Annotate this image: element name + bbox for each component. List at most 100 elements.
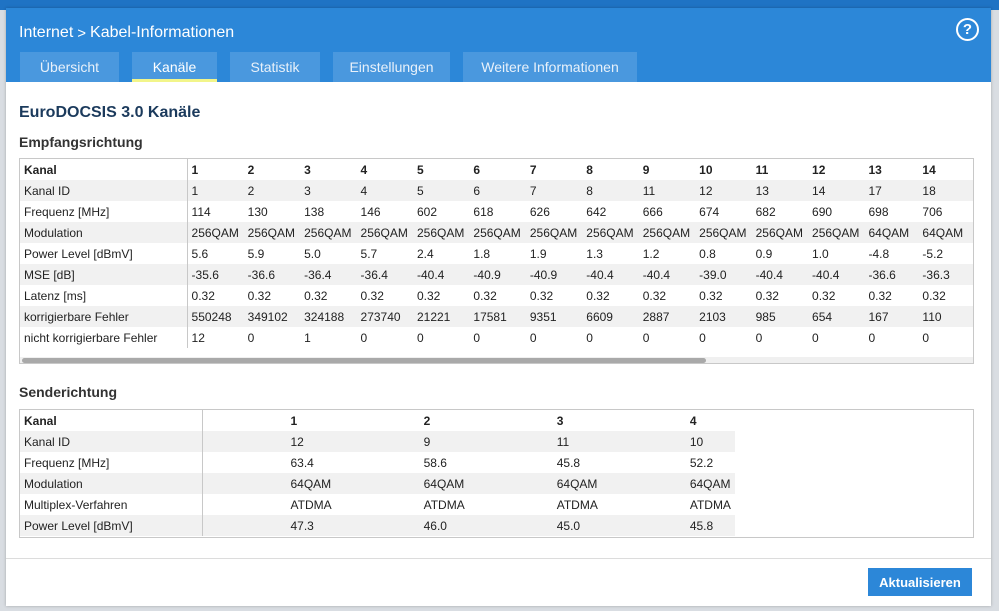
section-title: EuroDOCSIS 3.0 Kanäle xyxy=(19,104,201,121)
table-cell: 114 xyxy=(191,204,211,219)
table-cell: 0.32 xyxy=(812,288,836,303)
column-header: 2 xyxy=(423,413,431,428)
footer-divider xyxy=(6,558,991,559)
column-header: 11 xyxy=(755,162,769,177)
table-cell: 130 xyxy=(247,204,268,219)
table-cell: 256QAM xyxy=(243,222,301,243)
table-cell: 45.8 xyxy=(556,455,581,470)
downstream-heading: Empfangsrichtung xyxy=(19,134,143,150)
table-cell: 64QAM xyxy=(918,222,973,243)
table-cell: 0.32 xyxy=(699,288,723,303)
tab-bar: Übersicht Kanäle Statistik Einstellungen… xyxy=(20,52,650,82)
table-cell: ATDMA xyxy=(423,497,465,512)
table-cell: 0 xyxy=(473,330,481,345)
column-header: 1 xyxy=(290,413,298,428)
tab-weitere-informationen[interactable]: Weitere Informationen xyxy=(463,52,637,82)
table-cell: 64QAM xyxy=(335,473,469,494)
table-cell: 11 xyxy=(468,431,602,452)
table-cell: 0 xyxy=(642,330,650,345)
table-cell: 256QAM xyxy=(300,222,357,243)
row-label: Kanal ID xyxy=(20,180,188,201)
table-cell: 138 xyxy=(304,204,325,219)
upstream-heading: Senderichtung xyxy=(19,384,118,400)
refresh-button[interactable]: Aktualisieren xyxy=(868,568,972,596)
table-cell: 256QAM xyxy=(356,222,413,243)
table-cell: 0 xyxy=(360,330,368,345)
tab-einstellungen[interactable]: Einstellungen xyxy=(333,52,450,82)
table-cell: 0.32 xyxy=(922,288,946,303)
table-cell: 6609 xyxy=(582,306,639,327)
downstream-scrollbar[interactable] xyxy=(20,357,973,363)
row-label: Modulation xyxy=(20,222,188,243)
table-cell: ATDMA xyxy=(556,497,598,512)
table-cell: 45.0 xyxy=(468,515,602,536)
table-cell: 1.2 xyxy=(642,246,660,261)
table-cell: 64QAM xyxy=(601,473,735,494)
table-cell: 0.32 xyxy=(473,288,497,303)
tab-statistik[interactable]: Statistik xyxy=(230,52,320,82)
table-cell: 110 xyxy=(918,306,973,327)
table-cell: 0 xyxy=(586,330,593,345)
table-cell: 1.3 xyxy=(586,246,603,261)
table-cell: 0 xyxy=(699,330,706,345)
tab-uebersicht[interactable]: Übersicht xyxy=(20,52,119,82)
table-cell: 0.32 xyxy=(304,288,328,303)
table-cell: -36.6 xyxy=(243,264,301,285)
table-cell: 17581 xyxy=(469,306,526,327)
table-cell: 52.2 xyxy=(689,455,714,470)
column-header: 7 xyxy=(529,162,537,177)
table-cell: 654 xyxy=(808,306,865,327)
table-cell: 706 xyxy=(922,204,943,219)
table-cell: -40.4 xyxy=(582,264,639,285)
table-cell: -36.6 xyxy=(864,264,919,285)
row-label: Power Level [dBmV] xyxy=(20,243,188,264)
tab-kanaele[interactable]: Kanäle xyxy=(132,52,217,82)
table-cell: 682 xyxy=(755,204,776,219)
row-label: Kanal xyxy=(20,410,203,431)
tab-label: Weitere Informationen xyxy=(481,59,619,75)
column-header: 1 xyxy=(191,162,199,177)
row-label: Modulation xyxy=(20,473,203,494)
table-cell: 0 xyxy=(416,330,424,345)
column-header: 10 xyxy=(699,162,713,177)
table-row: Frequenz [MHz] 63.4 58.6 45.8 52.2 xyxy=(20,452,735,473)
breadcrumb-parent[interactable]: Internet xyxy=(19,24,73,42)
table-cell: 666 xyxy=(642,204,663,219)
table-cell: 690 xyxy=(812,204,833,219)
table-cell: 602 xyxy=(416,204,437,219)
table-cell: 0 xyxy=(868,330,876,345)
table-cell: -36.4 xyxy=(300,264,357,285)
table-cell: 7 xyxy=(525,180,583,201)
row-label: korrigierbare Fehler xyxy=(20,306,188,327)
table-row: Multiplex-Verfahren ATDMA ATDMA ATDMA ATDMA xyxy=(20,494,735,515)
table-cell: 0 xyxy=(812,330,819,345)
row-label: MSE [dB] xyxy=(20,264,188,285)
table-cell: -40.4 xyxy=(412,264,470,285)
table-cell: ATDMA xyxy=(689,497,731,512)
column-header: 6 xyxy=(473,162,481,177)
downstream-scrollbar-thumb[interactable] xyxy=(22,358,706,363)
table-cell: 324188 xyxy=(300,306,357,327)
main-panel: Internet > Kabel-Informationen ? Übersic… xyxy=(6,8,991,606)
table-cell: 256QAM xyxy=(638,222,696,243)
table-row: Modulation 64QAM 64QAM 64QAM 64QAM xyxy=(20,473,735,494)
table-row: Modulation 256QAM 256QAM 256QAM 256QAM 256QAM… xyxy=(20,222,973,243)
table-cell: 2103 xyxy=(695,306,752,327)
table-cell: 9351 xyxy=(525,306,583,327)
table-cell: 63.4 xyxy=(290,455,314,470)
table-cell: 1 xyxy=(304,330,311,345)
table-cell: 0 xyxy=(529,330,537,345)
table-cell: -35.6 xyxy=(187,264,244,285)
table-cell: 0 xyxy=(247,330,255,345)
table-cell: 698 xyxy=(868,204,889,219)
table-cell: 146 xyxy=(360,204,381,219)
table-cell: -5.2 xyxy=(922,246,944,261)
table-cell: 64QAM xyxy=(202,473,336,494)
table-cell: 618 xyxy=(473,204,494,219)
table-cell: 58.6 xyxy=(423,455,447,470)
table-cell: 2887 xyxy=(638,306,696,327)
help-icon[interactable]: ? xyxy=(956,18,979,41)
table-cell: 256QAM xyxy=(582,222,639,243)
column-header: 5 xyxy=(416,162,424,177)
table-cell: 0.32 xyxy=(868,288,892,303)
